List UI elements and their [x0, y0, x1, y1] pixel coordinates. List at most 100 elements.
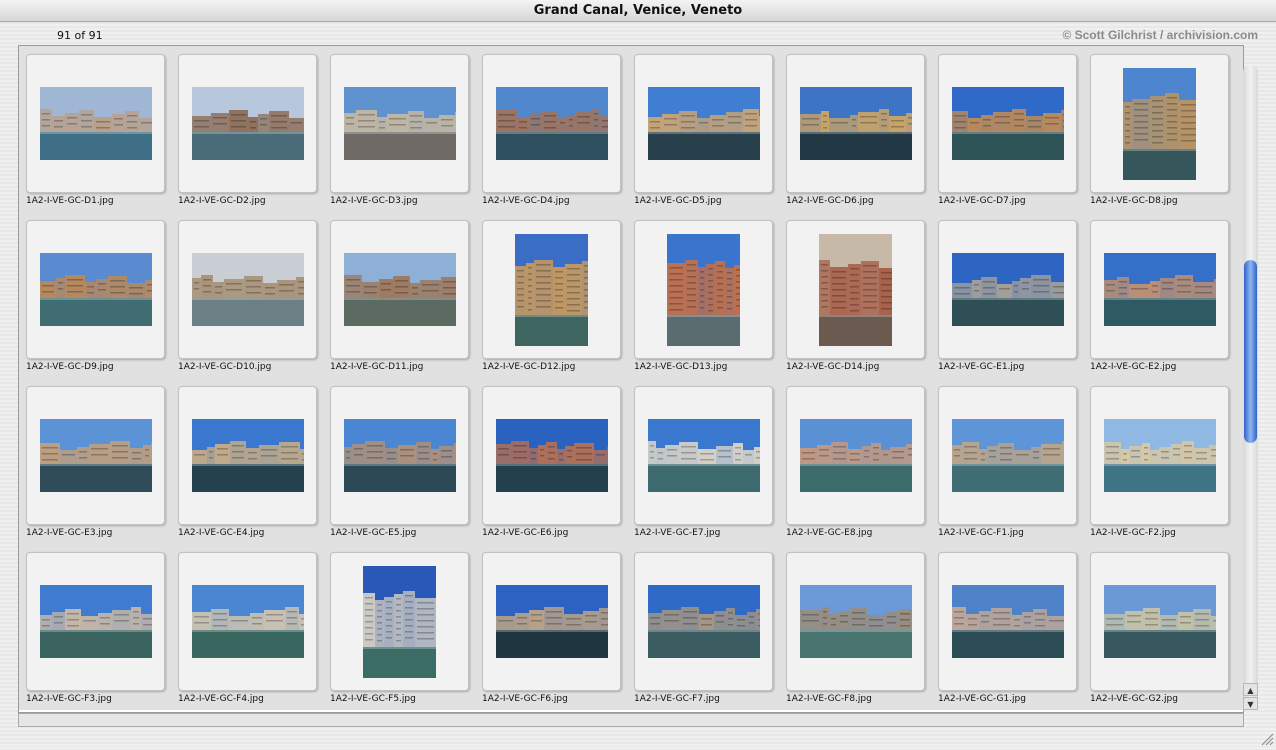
thumbnail-item[interactable]: 1A2-I-VE-GC-F2.jpg [1083, 378, 1235, 544]
photo-thumbnail[interactable] [343, 253, 456, 326]
slide-mount[interactable] [178, 386, 317, 525]
thumbnail-item[interactable]: 1A2-I-VE-GC-E1.jpg [931, 212, 1083, 378]
slide-mount[interactable] [938, 220, 1077, 359]
slide-mount[interactable] [786, 54, 925, 193]
slide-mount[interactable] [1090, 386, 1229, 525]
scroll-up-arrow-icon[interactable]: ▲ [1243, 683, 1258, 696]
thumbnail-item[interactable]: 1A2-I-VE-GC-E2.jpg [1083, 212, 1235, 378]
photo-thumbnail[interactable] [39, 253, 152, 326]
slide-mount[interactable] [786, 552, 925, 691]
thumbnail-item[interactable]: 1A2-I-VE-GC-E7.jpg [627, 378, 779, 544]
slide-mount[interactable] [786, 386, 925, 525]
photo-thumbnail[interactable] [495, 585, 608, 658]
slide-mount[interactable] [482, 220, 621, 359]
photo-thumbnail[interactable] [515, 233, 588, 346]
photo-thumbnail[interactable] [951, 419, 1064, 492]
slide-mount[interactable] [634, 54, 773, 193]
thumbnail-item[interactable]: 1A2-I-VE-GC-E8.jpg [779, 378, 931, 544]
thumbnail-item[interactable]: 1A2-I-VE-GC-D1.jpg [19, 46, 171, 212]
slide-mount[interactable] [482, 54, 621, 193]
thumbnail-item[interactable]: 1A2-I-VE-GC-D13.jpg [627, 212, 779, 378]
thumbnail-item[interactable]: 1A2-I-VE-GC-G2.jpg [1083, 544, 1235, 710]
slide-mount[interactable] [330, 552, 469, 691]
slide-mount[interactable] [26, 54, 165, 193]
photo-thumbnail[interactable] [647, 87, 760, 160]
photo-thumbnail[interactable] [1123, 67, 1196, 180]
thumbnail-item[interactable]: 1A2-I-VE-GC-F7.jpg [627, 544, 779, 710]
photo-thumbnail[interactable] [39, 585, 152, 658]
resize-grip-icon[interactable] [1260, 731, 1274, 746]
thumbnail-item[interactable]: 1A2-I-VE-GC-D5.jpg [627, 46, 779, 212]
photo-thumbnail[interactable] [191, 585, 304, 658]
photo-thumbnail[interactable] [951, 585, 1064, 658]
photo-thumbnail[interactable] [495, 87, 608, 160]
photo-thumbnail[interactable] [191, 253, 304, 326]
photo-thumbnail[interactable] [799, 419, 912, 492]
thumbnail-item[interactable]: 1A2-I-VE-GC-E3.jpg [19, 378, 171, 544]
thumbnail-item[interactable]: 1A2-I-VE-GC-D14.jpg [779, 212, 931, 378]
photo-thumbnail[interactable] [1103, 253, 1216, 326]
slide-mount[interactable] [178, 220, 317, 359]
slide-mount[interactable] [178, 552, 317, 691]
thumbnail-item[interactable]: 1A2-I-VE-GC-G1.jpg [931, 544, 1083, 710]
slide-mount[interactable] [26, 386, 165, 525]
slide-mount[interactable] [634, 552, 773, 691]
slide-mount[interactable] [330, 54, 469, 193]
thumbnail-item[interactable]: 1A2-I-VE-GC-F5.jpg [323, 544, 475, 710]
slide-mount[interactable] [634, 386, 773, 525]
slide-mount[interactable] [482, 552, 621, 691]
thumbnail-item[interactable]: 1A2-I-VE-GC-D6.jpg [779, 46, 931, 212]
slide-mount[interactable] [1090, 220, 1229, 359]
scrollbar-thumb[interactable] [1244, 260, 1257, 443]
slide-mount[interactable] [26, 220, 165, 359]
slide-mount[interactable] [634, 220, 773, 359]
slide-mount[interactable] [330, 220, 469, 359]
slide-mount[interactable] [482, 386, 621, 525]
thumbnail-item[interactable]: 1A2-I-VE-GC-D2.jpg [171, 46, 323, 212]
photo-thumbnail[interactable] [39, 419, 152, 492]
slide-mount[interactable] [1090, 552, 1229, 691]
photo-thumbnail[interactable] [363, 565, 436, 678]
photo-thumbnail[interactable] [819, 233, 892, 346]
photo-thumbnail[interactable] [667, 233, 740, 346]
horizontal-scrollbar[interactable] [18, 713, 1244, 727]
thumbnail-item[interactable]: 1A2-I-VE-GC-F4.jpg [171, 544, 323, 710]
slide-mount[interactable] [938, 552, 1077, 691]
photo-thumbnail[interactable] [495, 419, 608, 492]
slide-mount[interactable] [938, 386, 1077, 525]
slide-mount[interactable] [330, 386, 469, 525]
thumbnail-item[interactable]: 1A2-I-VE-GC-D10.jpg [171, 212, 323, 378]
photo-thumbnail[interactable] [951, 253, 1064, 326]
photo-thumbnail[interactable] [799, 585, 912, 658]
thumbnail-item[interactable]: 1A2-I-VE-GC-D4.jpg [475, 46, 627, 212]
photo-thumbnail[interactable] [951, 87, 1064, 160]
photo-thumbnail[interactable] [191, 87, 304, 160]
thumbnail-item[interactable]: 1A2-I-VE-GC-D11.jpg [323, 212, 475, 378]
photo-thumbnail[interactable] [343, 87, 456, 160]
photo-thumbnail[interactable] [191, 419, 304, 492]
slide-mount[interactable] [786, 220, 925, 359]
slide-mount[interactable] [26, 552, 165, 691]
scroll-down-arrow-icon[interactable]: ▼ [1243, 697, 1258, 710]
slide-mount[interactable] [1090, 54, 1229, 193]
photo-thumbnail[interactable] [647, 585, 760, 658]
thumbnail-item[interactable]: 1A2-I-VE-GC-E6.jpg [475, 378, 627, 544]
thumbnail-item[interactable]: 1A2-I-VE-GC-D3.jpg [323, 46, 475, 212]
thumbnail-item[interactable]: 1A2-I-VE-GC-F3.jpg [19, 544, 171, 710]
photo-thumbnail[interactable] [39, 87, 152, 160]
thumbnail-item[interactable]: 1A2-I-VE-GC-F6.jpg [475, 544, 627, 710]
thumbnail-item[interactable]: 1A2-I-VE-GC-F8.jpg [779, 544, 931, 710]
thumbnail-item[interactable]: 1A2-I-VE-GC-E4.jpg [171, 378, 323, 544]
slide-mount[interactable] [178, 54, 317, 193]
thumbnail-item[interactable]: 1A2-I-VE-GC-E5.jpg [323, 378, 475, 544]
slide-mount[interactable] [938, 54, 1077, 193]
photo-thumbnail[interactable] [647, 419, 760, 492]
photo-thumbnail[interactable] [343, 419, 456, 492]
thumbnail-item[interactable]: 1A2-I-VE-GC-D7.jpg [931, 46, 1083, 212]
photo-thumbnail[interactable] [799, 87, 912, 160]
thumbnail-item[interactable]: 1A2-I-VE-GC-D8.jpg [1083, 46, 1235, 212]
photo-thumbnail[interactable] [1103, 585, 1216, 658]
photo-thumbnail[interactable] [1103, 419, 1216, 492]
thumbnail-item[interactable]: 1A2-I-VE-GC-D9.jpg [19, 212, 171, 378]
thumbnail-item[interactable]: 1A2-I-VE-GC-D12.jpg [475, 212, 627, 378]
